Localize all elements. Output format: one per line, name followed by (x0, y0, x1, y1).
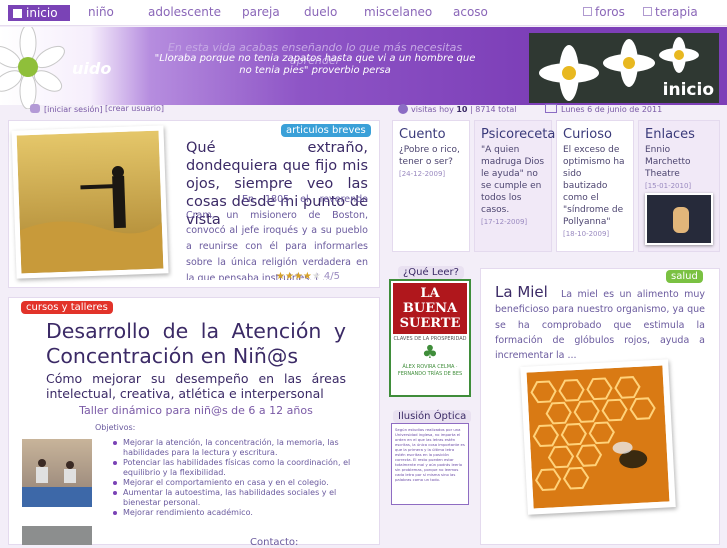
visits-counter: visitas hoy 10 | 8714 total (398, 104, 516, 114)
banner-quote: "Lloraba porque no tenia zapatos hasta q… (154, 53, 476, 76)
visits-today: 10 (456, 105, 468, 114)
objectives-list: Mejorar la atención, la concentración, l… (113, 438, 353, 518)
courses-tag[interactable]: cursos y talleres (21, 301, 113, 314)
nav-terapia-label: terapia (655, 5, 698, 19)
mini-title: Psicoreceta (481, 127, 556, 142)
article-tag[interactable]: articulos breves (281, 124, 371, 137)
health-tag[interactable]: salud (666, 270, 703, 283)
star-icon[interactable]: ★ (294, 271, 303, 282)
objective-item: Mejorar el comportamiento en casa y en e… (113, 478, 353, 488)
clover-icon: ♣ (421, 342, 439, 363)
login-link[interactable]: [iniciar sesión] (30, 104, 103, 114)
mini-date: [18-10-2009] (563, 230, 610, 238)
mini-card-psicoreceta[interactable]: Psicoreceta "A quien madruga Dios le ayud… (474, 120, 556, 252)
mini-title: Curioso (563, 127, 612, 142)
nav-home-label: inicio (26, 6, 58, 20)
courses-workshop: Taller dinámico para niñ@s de 6 a 12 año… (79, 404, 313, 417)
mini-card-curioso[interactable]: Curioso El exceso de optimismo ha sido ba… (556, 120, 634, 252)
honey-photo[interactable] (520, 359, 676, 515)
objective-item: Mejorar la atención, la concentración, l… (113, 438, 353, 458)
nav-link-duelo[interactable]: duelo (304, 5, 337, 19)
calendar-icon (545, 104, 557, 113)
star-icon[interactable]: ★ (276, 271, 285, 282)
lock-icon (643, 7, 652, 16)
create-user-link[interactable]: [crear usuario] (105, 104, 164, 113)
mini-title: Cuento (399, 127, 446, 142)
nav-link-nino[interactable]: niño (88, 5, 114, 19)
mini-date: [17-12-2009] (481, 218, 528, 226)
rating-stars: ★★★★★ (276, 271, 321, 282)
star-icon[interactable]: ★ (285, 271, 294, 282)
honeycomb-image (526, 365, 670, 509)
objectives-label: Objetivos: (95, 423, 136, 432)
objective-item: Aumentar la autoestima, las habilidades … (113, 488, 353, 508)
desert-photo (16, 130, 164, 274)
visits-label: visitas hoy (411, 105, 454, 114)
mini-card-cuento[interactable]: Cuento ¿Pobre o rico, tener o ser? [24-12-… (392, 120, 470, 252)
star-icon[interactable]: ★ (303, 271, 312, 282)
mini-title: Enlaces (645, 127, 695, 142)
article-rating: ★★★★★ 4/5 (276, 271, 340, 282)
article-photo[interactable] (11, 125, 169, 279)
nav-link-pareja[interactable]: pareja (242, 5, 280, 19)
mini-card-enlaces[interactable]: Enlaces Ennio Marchetto Theatre [15-01-201… (638, 120, 720, 252)
mini-text: El exceso de optimismo ha sido bautizado… (563, 145, 625, 227)
mini-date: [24-12-2009] (399, 170, 446, 178)
rating-value: 4/5 (323, 271, 340, 282)
top-nav: inicio niño adolescente pareja duelo mis… (0, 0, 727, 26)
current-date: Lunes 6 de junio de 2011 (545, 104, 662, 114)
nav-link-adolescente[interactable]: adolescente (148, 5, 221, 19)
site-logo[interactable]: uido (0, 24, 140, 110)
mini-text: ¿Pobre o rico, tener o ser? (399, 145, 460, 167)
nav-link-foros[interactable]: foros (583, 5, 625, 19)
enlaces-thumbnail[interactable] (645, 193, 713, 245)
courses-title[interactable]: Desarrollo de la Atención y Concentració… (46, 319, 346, 369)
mini-date: [15-01-2010] (645, 182, 692, 190)
courses-photo (22, 439, 92, 507)
globe-icon (398, 104, 408, 114)
book-authors: ÁLEX ROVIRA CELMA · FERNANDO TRÍAS DE BE… (397, 364, 463, 377)
nav-home[interactable]: inicio (8, 5, 70, 21)
illusion-text[interactable]: Según estudios realizados por una Univer… (391, 423, 469, 505)
objective-item: Mejorar rendimiento académico. (113, 508, 353, 518)
reading-tag[interactable]: ¿Qué Leer? (398, 266, 464, 279)
user-icon (30, 104, 40, 113)
home-icon (13, 9, 22, 18)
login-label: [iniciar sesión] (44, 105, 103, 114)
contact-label: Contacto: (250, 537, 299, 548)
logo-text: uido (72, 59, 112, 78)
daisy-logo-icon (0, 24, 65, 110)
article-body: En 1805 el reverendo Cram, un misionero … (186, 194, 368, 280)
mini-text: Ennio Marchetto Theatre (645, 145, 691, 179)
yoga-photo (22, 459, 92, 507)
nav-foros-label: foros (595, 5, 625, 19)
health-body: La miel es un alimento muy beneficioso p… (495, 289, 705, 362)
forum-icon (583, 7, 592, 16)
book-cover[interactable]: LA BUENA SUERTE CLAVES DE LA PROSPERIDAD… (389, 279, 471, 397)
illusion-tag[interactable]: Ilusión Óptica (393, 410, 472, 423)
date-text: Lunes 6 de junio de 2011 (561, 105, 663, 114)
banner-image-label: inicio (662, 80, 714, 100)
visits-total: 8714 total (475, 105, 517, 114)
star-icon[interactable]: ★ (312, 271, 321, 282)
nav-link-miscelaneo[interactable]: miscelaneo (364, 5, 432, 19)
mini-text: "A quien madruga Dios le ayuda" no se cu… (481, 145, 545, 215)
courses-subtitle: Cómo mejorar su desempeño en las áreas i… (46, 371, 346, 401)
courses-photo-2 (22, 526, 92, 545)
objective-item: Potenciar las habilidades físicas como l… (113, 458, 353, 478)
nav-link-acoso[interactable]: acoso (453, 5, 488, 19)
nav-link-terapia[interactable]: terapia (643, 5, 698, 19)
thumbnail-figure (673, 207, 689, 233)
book-title: LA BUENA SUERTE (393, 283, 467, 334)
banner-image: inicio (529, 33, 719, 103)
